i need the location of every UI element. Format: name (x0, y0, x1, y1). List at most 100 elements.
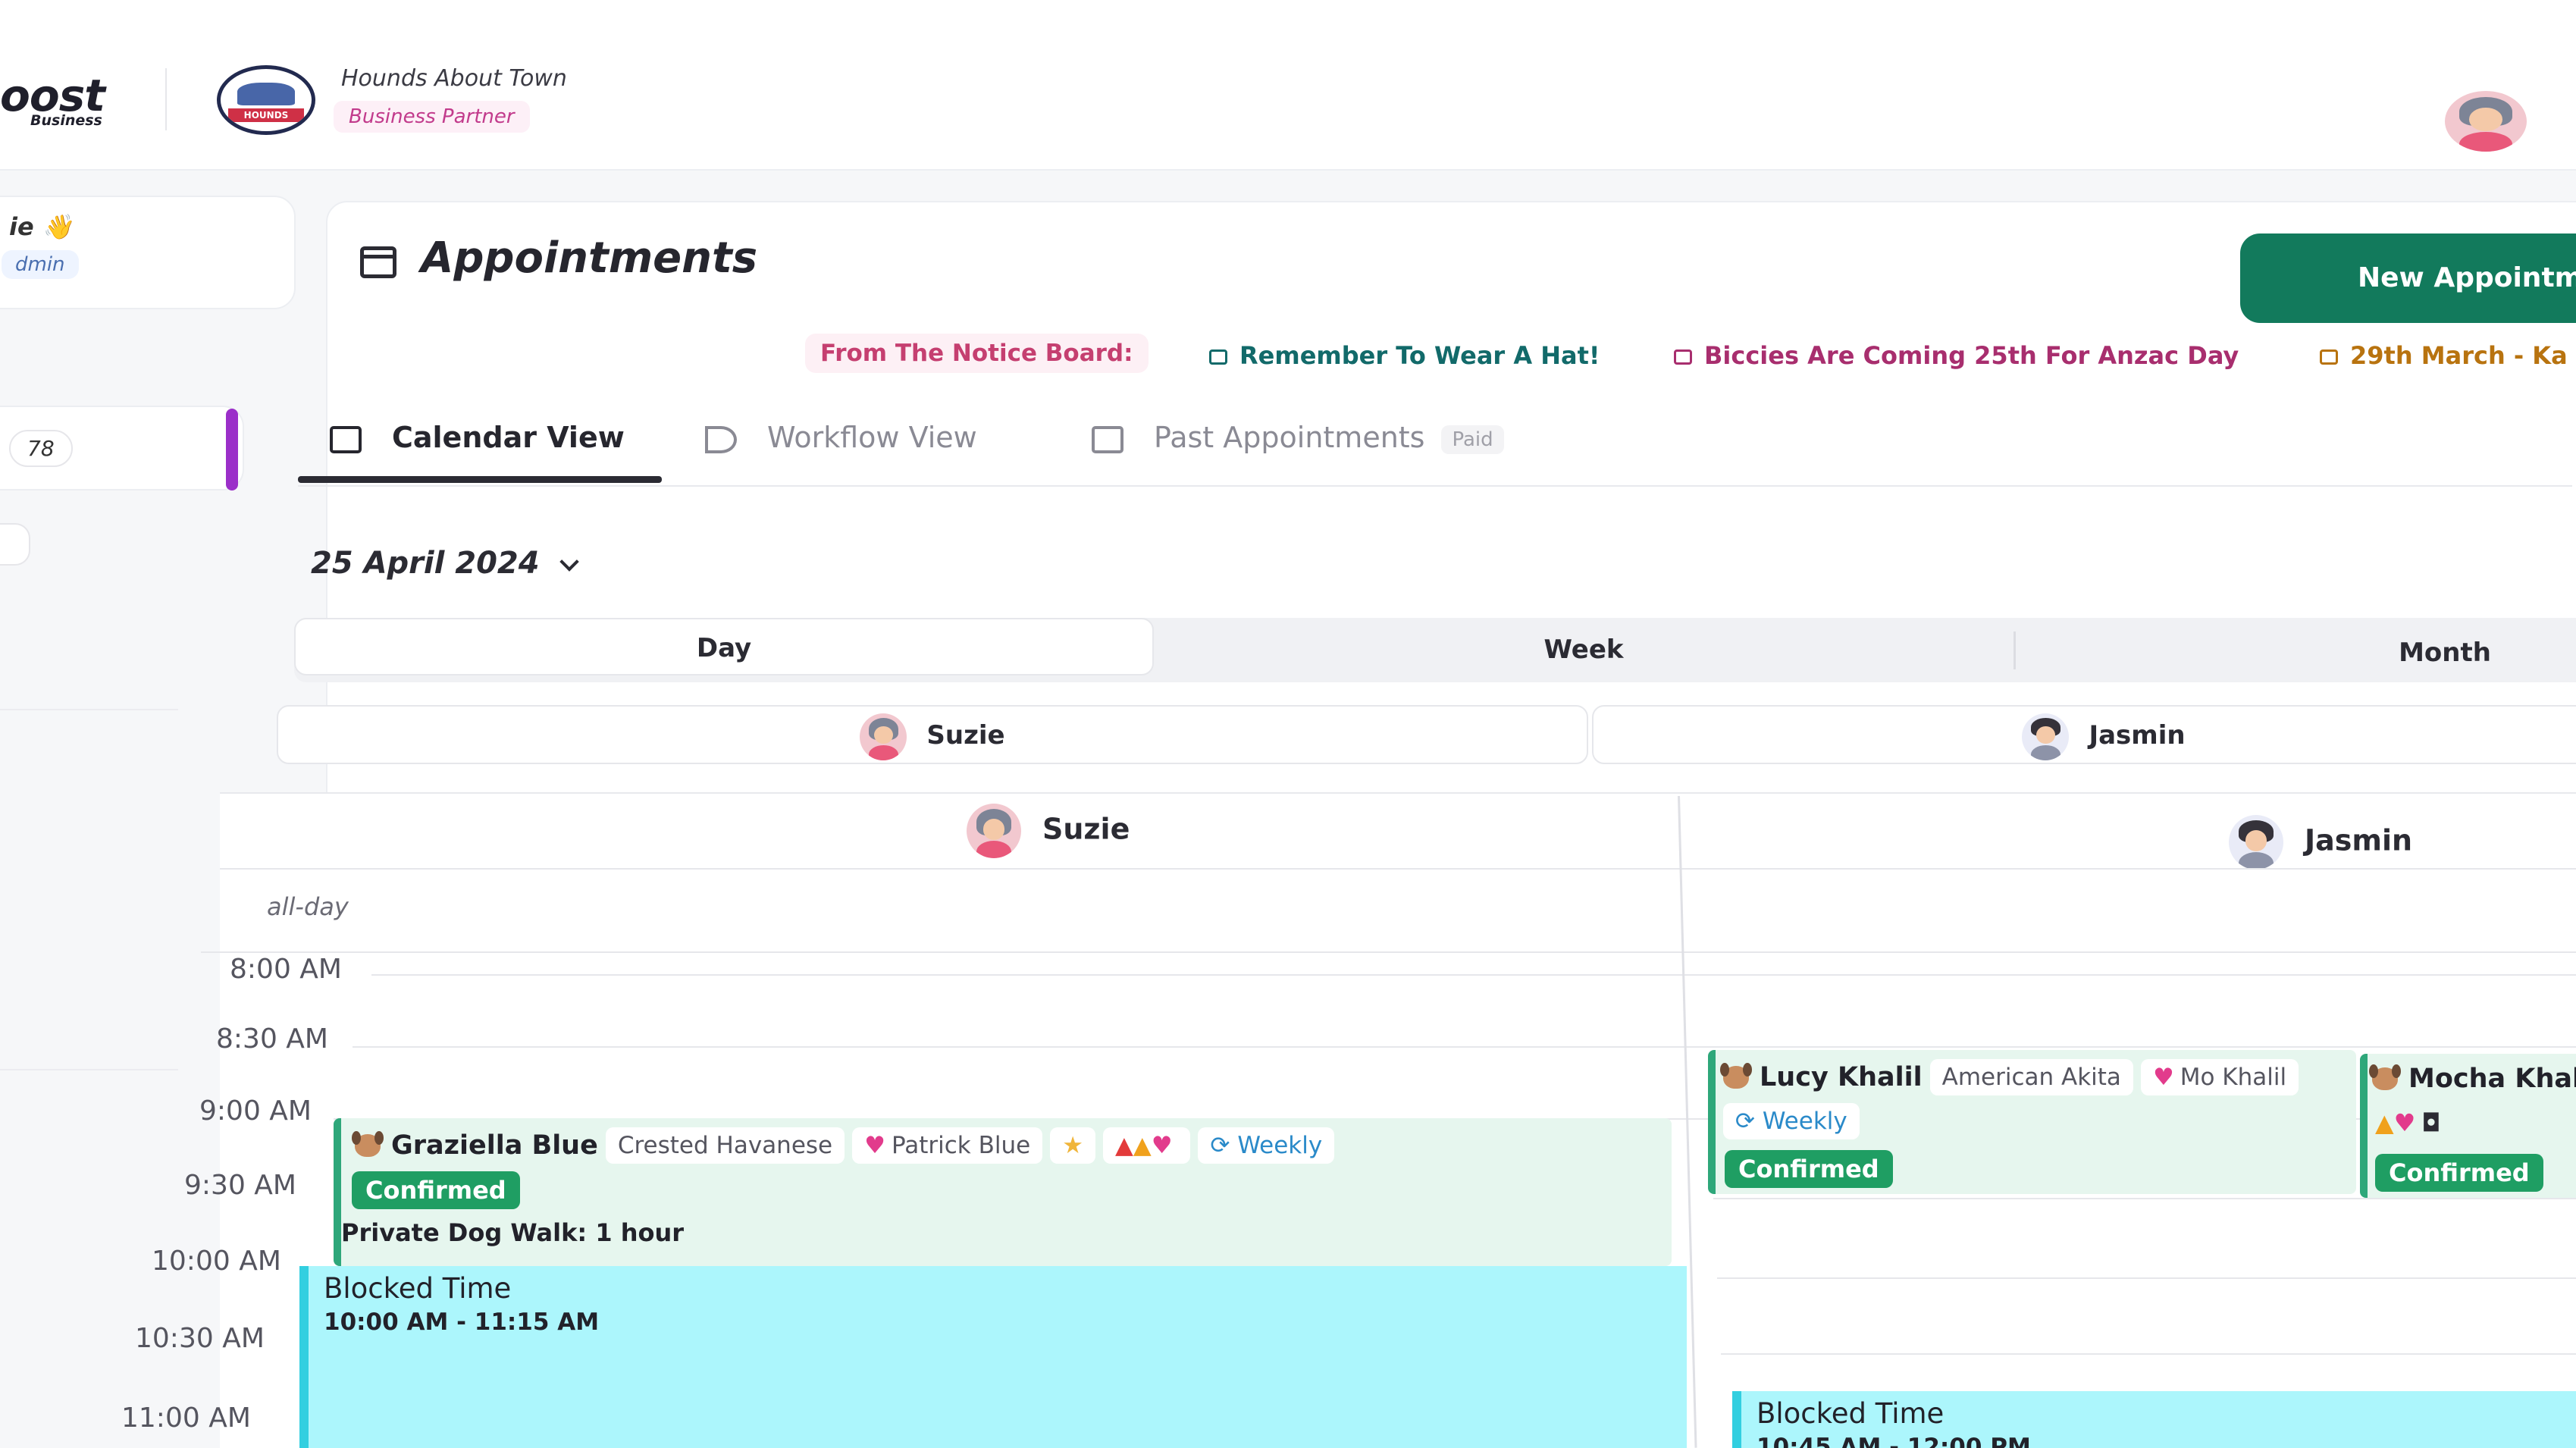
blocked-title: Blocked Time (324, 1272, 512, 1305)
event-status-row: Confirmed (2375, 1154, 2543, 1192)
pet-name: Graziella Blue (391, 1130, 598, 1161)
calendar-icon (1674, 349, 1692, 365)
appointment-event[interactable]: Graziella Blue Crested Havanese ♥ Patrick B… (334, 1118, 1672, 1266)
status-badge: Confirmed (2375, 1154, 2543, 1192)
notice-item-text: Remember To Wear A Hat! (1239, 341, 1600, 370)
warning-icon: ▲ (2375, 1108, 2394, 1137)
grid-line (353, 1046, 2576, 1048)
time-label: 9:30 AM (184, 1170, 296, 1201)
owner-name: Patrick Blue (891, 1132, 1031, 1159)
view-month-button[interactable]: Month (2015, 624, 2576, 682)
tab-label: Workflow View (767, 421, 977, 454)
megaphone-icon (1209, 349, 1227, 365)
event-alerts-row: ▲♥ ◘ (2375, 1108, 2441, 1137)
service-name: Private Dog Walk: 1 hour (341, 1218, 685, 1247)
repeat-chip: ⟳ Weekly (1723, 1103, 1860, 1139)
notice-board-label: From The Notice Board: (805, 334, 1149, 373)
staff-filter-suzie[interactable]: Suzie (277, 705, 1588, 764)
sidebar-divider (0, 709, 178, 710)
business-name: Hounds About Town (341, 65, 567, 92)
app-logo-subtitle: Business (30, 112, 102, 129)
appointment-event[interactable]: Mocha Khalil ▲♥◘ Confirmed (2360, 1054, 2576, 1198)
owner-name: Mo Khalil (2180, 1064, 2287, 1091)
notice-item[interactable]: 29th March - Ka (2320, 341, 2568, 370)
header-divider (165, 68, 167, 130)
time-label: 8:00 AM (230, 954, 342, 985)
event-header-row: Mocha Khalil (2369, 1063, 2576, 1094)
all-day-label: all-day (267, 892, 349, 921)
pet-name: Lucy Khalil (1760, 1062, 1923, 1092)
date-picker[interactable]: 25 April 2024 (311, 546, 579, 581)
top-header: oost Business HOUNDS Hounds About Town B… (0, 0, 2576, 171)
blocked-time-event[interactable]: Blocked Time 10:45 AM - 12:00 PM (1732, 1391, 2576, 1448)
repeat-label: Weekly (1237, 1132, 1323, 1159)
sidebar-nav-item[interactable] (0, 523, 30, 566)
business-logo-graphic (237, 83, 295, 105)
event-status-row: Confirmed (1725, 1150, 1893, 1188)
heart-icon: ♥ (864, 1132, 885, 1159)
repeat-icon: ⟳ (1735, 1108, 1763, 1135)
time-label: 10:00 AM (152, 1246, 281, 1277)
column-header-suzie: Suzie (967, 804, 1130, 858)
new-appointment-button[interactable]: New Appointm (2240, 233, 2576, 323)
blocked-time-event[interactable]: Blocked Time 10:00 AM - 11:15 AM (299, 1266, 1687, 1448)
dog-icon (2369, 1064, 2401, 1090)
user-avatar[interactable] (2445, 91, 2527, 152)
breed-chip: American Akita (1929, 1059, 2133, 1095)
star-icon: ★ (1062, 1132, 1083, 1159)
page-title: Appointments (421, 233, 758, 283)
time-label: 11:00 AM (121, 1403, 251, 1434)
time-label: 10:30 AM (135, 1323, 265, 1354)
warning-icon: ▲ (1115, 1132, 1133, 1159)
camera-icon: ◘ (2421, 1108, 2441, 1137)
event-header-row: Lucy Khalil American Akita ♥ Mo Khalil (1720, 1059, 2299, 1095)
sidebar-role-badge: dmin (2, 250, 79, 279)
view-day-button[interactable]: Day (294, 618, 1154, 675)
paid-badge: Paid (1441, 425, 1504, 454)
sidebar-nav-item-active[interactable]: 78 (0, 406, 244, 491)
time-label: 8:30 AM (216, 1023, 328, 1055)
tab-label: Calendar View (392, 421, 625, 454)
grid-line (371, 974, 2576, 976)
calendar-icon (2320, 349, 2338, 365)
grid-line (1721, 1353, 2576, 1355)
business-logo[interactable]: HOUNDS (217, 65, 315, 135)
view-week-button[interactable]: Week (1154, 621, 2013, 679)
heart-icon: ♥ (2393, 1108, 2416, 1137)
heart-icon: ♥ (1151, 1132, 1173, 1159)
warning-icon: ▲ (1133, 1132, 1152, 1159)
tab-calendar-view[interactable]: Calendar View (330, 421, 625, 454)
calendar-header-divider (220, 868, 2576, 870)
view-switcher: Day Week Month (294, 618, 2576, 682)
appointment-event[interactable]: Lucy Khalil American Akita ♥ Mo Khalil ⟳ We… (1708, 1050, 2356, 1194)
event-status-row: Confirmed (352, 1171, 520, 1209)
grid-line (1717, 1277, 2576, 1279)
notice-item[interactable]: Biccies Are Coming 25th For Anzac Day (1674, 341, 2239, 370)
grid-line (201, 951, 2576, 953)
notice-item-text: 29th March - Ka (2350, 341, 2568, 370)
repeat-label: Weekly (1762, 1108, 1847, 1135)
column-header-name: Jasmin (2305, 823, 2413, 857)
table-icon (1092, 425, 1123, 453)
tabs-divider (298, 485, 2572, 487)
column-header-name: Suzie (1042, 812, 1130, 846)
staff-name: Suzie (926, 720, 1005, 751)
sidebar-profile-card[interactable]: ie 👋 dmin (0, 196, 296, 309)
business-partner-badge: Business Partner (334, 101, 530, 133)
blocked-time-range: 10:00 AM - 11:15 AM (324, 1309, 600, 1336)
blocked-time-range: 10:45 AM - 12:00 PM (1757, 1434, 2031, 1448)
avatar (967, 804, 1021, 858)
notice-item[interactable]: Remember To Wear A Hat! (1209, 341, 1600, 370)
staff-filter-jasmin[interactable]: Jasmin (1592, 705, 2576, 764)
avatar (860, 713, 907, 760)
tab-past-appointments[interactable]: Past Appointments Paid (1092, 421, 1504, 454)
tab-workflow-view[interactable]: Workflow View (705, 421, 977, 454)
event-repeat-row: ⟳ Weekly (1723, 1103, 1860, 1139)
owner-chip: ♥ Patrick Blue (852, 1127, 1043, 1164)
heart-icon: ♥ (2152, 1064, 2174, 1091)
calendar-icon (330, 425, 362, 453)
sidebar-divider (0, 1069, 178, 1070)
app-window: oost Business HOUNDS Hounds About Town B… (0, 0, 2576, 1448)
time-label: 9:00 AM (199, 1095, 312, 1127)
calendar-icon (360, 246, 396, 278)
